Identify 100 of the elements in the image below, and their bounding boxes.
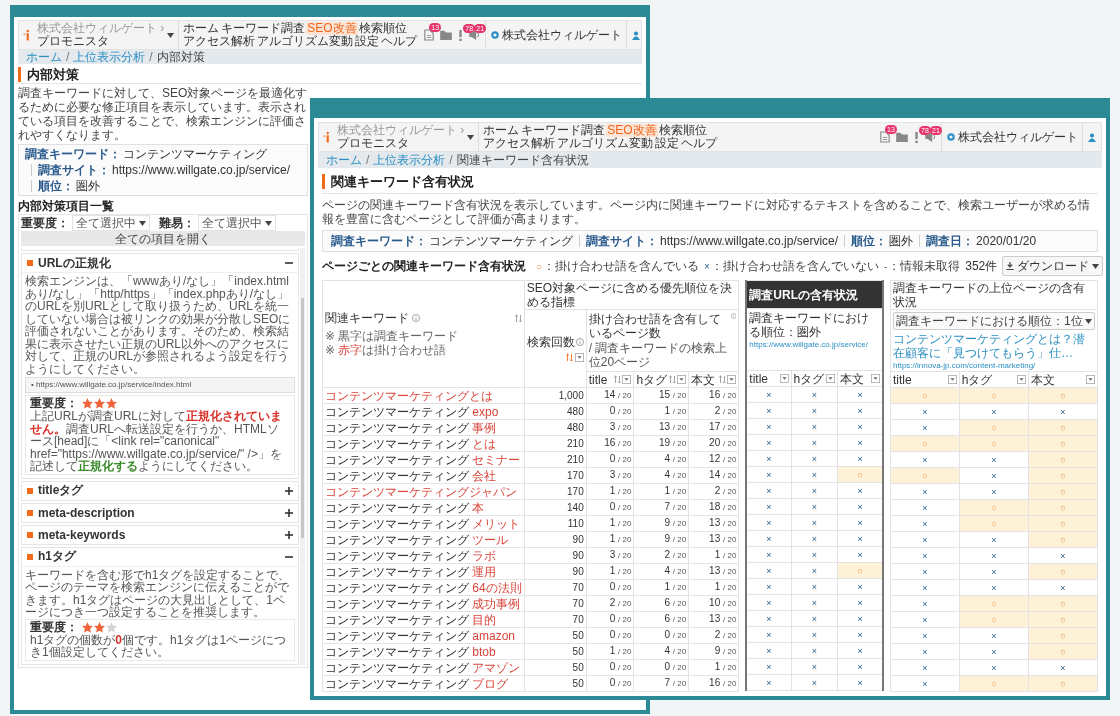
mark-cell: × [791, 674, 838, 691]
nav-link[interactable]: アクセス解析 [182, 35, 257, 48]
download-button[interactable]: ダウンロード [1002, 256, 1104, 276]
page-count: 0 / 20 [633, 627, 689, 644]
download-icon [1006, 262, 1015, 270]
megaphone-icon[interactable] [925, 132, 937, 142]
document-icon[interactable] [880, 131, 890, 143]
scrollbar[interactable] [300, 248, 305, 665]
page-count: 4 / 20 [633, 467, 689, 484]
product-switcher[interactable]: 株式会社ウィルゲート › プロモニスタ [335, 123, 480, 151]
page-count: 0 / 20 [586, 659, 634, 676]
folder-icon[interactable] [440, 30, 453, 40]
document-icon[interactable] [424, 29, 435, 41]
mark-cell: × [746, 546, 791, 563]
bullet-icon [27, 487, 33, 494]
page-url-link[interactable]: https://www.willgate.co.jp/service/ [749, 340, 880, 350]
page-title-link[interactable]: コンテンツマーケティングとは？潜在顧客に「見つけてもらう」仕… [893, 332, 1095, 360]
filter-dropdown[interactable] [622, 375, 632, 384]
nav-link[interactable]: アルゴリズム変動 [256, 35, 355, 48]
page-count: 1 / 20 [586, 531, 634, 548]
nav-link[interactable]: 設定 [354, 35, 381, 48]
plus-icon[interactable] [285, 486, 293, 495]
mark-cell: × [791, 546, 838, 563]
nav-link[interactable]: ホーム [182, 22, 221, 35]
sort-icon[interactable] [514, 313, 522, 323]
sort-icon[interactable] [719, 375, 727, 384]
page-count: 0 / 20 [586, 499, 634, 516]
mark-cell: × [1028, 403, 1098, 420]
exclamation-icon[interactable] [914, 131, 919, 143]
page-url-link[interactable]: https://innova-jp.com/content-marketing/ [893, 361, 1095, 371]
accordion-title[interactable]: titleタグ [38, 482, 84, 499]
accordion-title[interactable]: meta-description [38, 505, 135, 520]
filter-dropdown[interactable] [1017, 375, 1026, 384]
logo-icon[interactable] [323, 131, 331, 143]
section-title: ページごとの関連キーワード含有状況 [322, 257, 526, 275]
mark-cell: × [890, 451, 960, 468]
mark-cell: × [791, 418, 838, 435]
folder-icon[interactable] [896, 132, 908, 142]
info-icon [575, 338, 584, 346]
mark-cell: × [746, 466, 791, 483]
filter-dropdown[interactable] [727, 375, 737, 384]
page-count: 13 / 20 [688, 515, 739, 532]
accordion-title[interactable]: meta-keywords [38, 527, 126, 542]
account-menu[interactable]: 株式会社ウィルゲート [941, 123, 1082, 151]
search-count: 50 [524, 659, 587, 676]
mark-cell: × [746, 386, 791, 403]
account-menu[interactable]: 株式会社ウィルゲート [485, 21, 627, 49]
nav-link[interactable]: アクセス解析 [482, 137, 557, 150]
importance-label: 重要度： [30, 620, 78, 634]
sort-icon[interactable] [669, 375, 677, 384]
exclamation-icon[interactable] [458, 29, 464, 41]
megaphone-icon[interactable] [469, 30, 482, 40]
mark-cell: × [746, 562, 791, 579]
filter-dropdown[interactable] [826, 374, 836, 383]
nav-link[interactable]: 検索順位 [657, 124, 708, 137]
page-count: 2 / 20 [688, 483, 739, 500]
product-switcher[interactable]: 株式会社ウィルゲート › プロモニスタ [35, 21, 180, 49]
mark-cell: × [890, 419, 960, 436]
plus-icon[interactable] [285, 508, 293, 517]
filter-dropdown[interactable] [779, 374, 789, 383]
page-count: 4 / 20 [633, 563, 689, 580]
sort-icon[interactable] [614, 375, 622, 384]
plus-icon[interactable] [285, 530, 293, 539]
filter-dropdown[interactable] [677, 375, 687, 384]
nav-link[interactable]: 設定 [654, 137, 681, 150]
accordion-title[interactable]: URLの正規化 [38, 254, 111, 272]
nav-link[interactable]: アルゴリズム変動 [556, 137, 655, 150]
nav-link[interactable]: 検索順位 [357, 22, 408, 35]
section-header: 調査URLの含有状況 [746, 280, 883, 309]
filter-dropdown[interactable] [574, 353, 584, 362]
filter-dropdown[interactable] [1086, 375, 1095, 384]
page-count: 2 / 20 [688, 403, 739, 420]
group-title: SEO対象ページに含める優先順位を決める指標 [526, 281, 733, 309]
nav-link[interactable]: キーワード調査 [220, 22, 307, 35]
mark-cell: × [791, 562, 838, 579]
filter-dropdown[interactable] [947, 375, 957, 384]
nav-link[interactable]: ヘルプ [380, 35, 419, 48]
user-icon[interactable] [1088, 132, 1096, 142]
mark-cell: × [746, 402, 791, 419]
expand-all-button[interactable]: 全ての項目を開く [21, 231, 305, 246]
filter-dropdown[interactable]: 全て選択中 [198, 215, 276, 231]
user-icon[interactable] [632, 30, 641, 40]
logo-icon[interactable] [23, 29, 31, 41]
nav-link[interactable]: キーワード調査 [520, 124, 607, 137]
rank-dropdown[interactable]: 調査キーワードにおける順位：1位 [893, 312, 1095, 330]
keyword-cell: コンテンツマーケティング btob [322, 643, 525, 660]
page-count: 2 / 20 [688, 627, 739, 644]
mark-cell: × [791, 482, 838, 499]
info-value: https://www.willgate.co.jp/service/ [660, 234, 839, 248]
nav-link[interactable]: ヘルプ [680, 137, 719, 150]
filter-dropdown[interactable]: 全て選択中 [72, 215, 150, 231]
nav-link[interactable]: ホーム [482, 124, 521, 137]
filter-dropdown[interactable] [871, 374, 880, 383]
keyword-cell: コンテンツマーケティング ツール [322, 531, 525, 548]
search-count: 140 [524, 499, 587, 516]
minus-icon[interactable] [285, 259, 293, 267]
keyword-cell: コンテンツマーケティング アマゾン [322, 659, 525, 676]
accordion-title[interactable]: h1タグ [38, 548, 76, 565]
page-count: 1 / 20 [688, 659, 739, 676]
sort-icon[interactable] [565, 353, 573, 362]
